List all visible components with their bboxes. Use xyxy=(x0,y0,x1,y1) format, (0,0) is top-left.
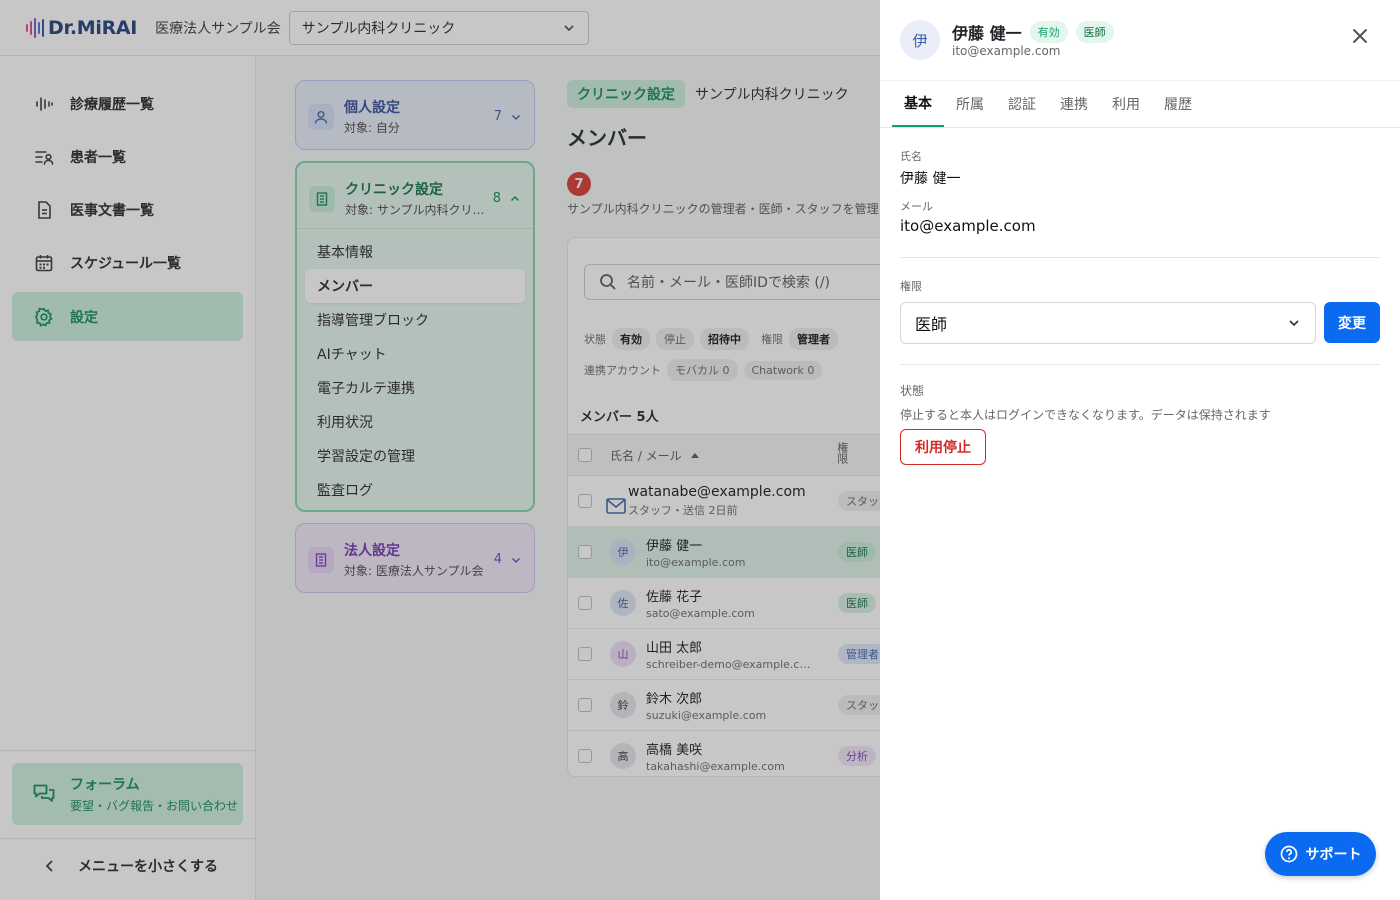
member-detail-drawer: 伊 伊藤 健一 有効 医師 ito@example.com 基本 所属 認証 連… xyxy=(880,0,1400,900)
name-label: 氏名 xyxy=(900,150,922,163)
tab-history[interactable]: 履歴 xyxy=(1152,80,1204,127)
section-divider xyxy=(900,257,1380,258)
tab-basic[interactable]: 基本 xyxy=(892,80,944,127)
support-label: サポート xyxy=(1305,847,1362,863)
change-role-button[interactable]: 変更 xyxy=(1324,302,1380,343)
close-icon[interactable] xyxy=(1350,26,1370,46)
help-circle-icon xyxy=(1280,845,1297,863)
status-label: 状態 xyxy=(900,384,925,398)
role-select-value: 医師 xyxy=(915,315,948,334)
tab-usage[interactable]: 利用 xyxy=(1100,80,1152,127)
member-name: 伊藤 健一 xyxy=(952,24,1022,43)
avatar: 伊 xyxy=(900,20,940,60)
role-badge: 医師 xyxy=(1075,21,1114,43)
role-select[interactable]: 医師 xyxy=(900,302,1316,344)
suspend-button[interactable]: 利用停止 xyxy=(900,429,986,465)
tab-auth[interactable]: 認証 xyxy=(996,80,1048,127)
drawer-tabs: 基本 所属 認証 連携 利用 履歴 xyxy=(892,80,1400,128)
support-button[interactable]: サポート xyxy=(1265,832,1376,876)
tab-affiliation[interactable]: 所属 xyxy=(944,80,996,127)
name-value: 伊藤 健一 xyxy=(900,171,961,187)
tabs-divider xyxy=(880,127,1400,128)
section-divider xyxy=(900,364,1380,365)
status-badge: 有効 xyxy=(1029,21,1068,43)
drawer-title: 伊藤 健一 有効 医師 xyxy=(952,20,1114,44)
status-note: 停止すると本人はログインできなくなります。データは保持されます xyxy=(900,408,1271,422)
member-email: ito@example.com xyxy=(952,44,1061,58)
email-label: メール xyxy=(900,200,933,213)
role-label: 権限 xyxy=(900,280,922,293)
chevron-down-icon xyxy=(1289,320,1299,327)
modal-backdrop[interactable] xyxy=(0,0,880,900)
email-value: ito@example.com xyxy=(900,217,1036,235)
tab-integration[interactable]: 連携 xyxy=(1048,80,1100,127)
